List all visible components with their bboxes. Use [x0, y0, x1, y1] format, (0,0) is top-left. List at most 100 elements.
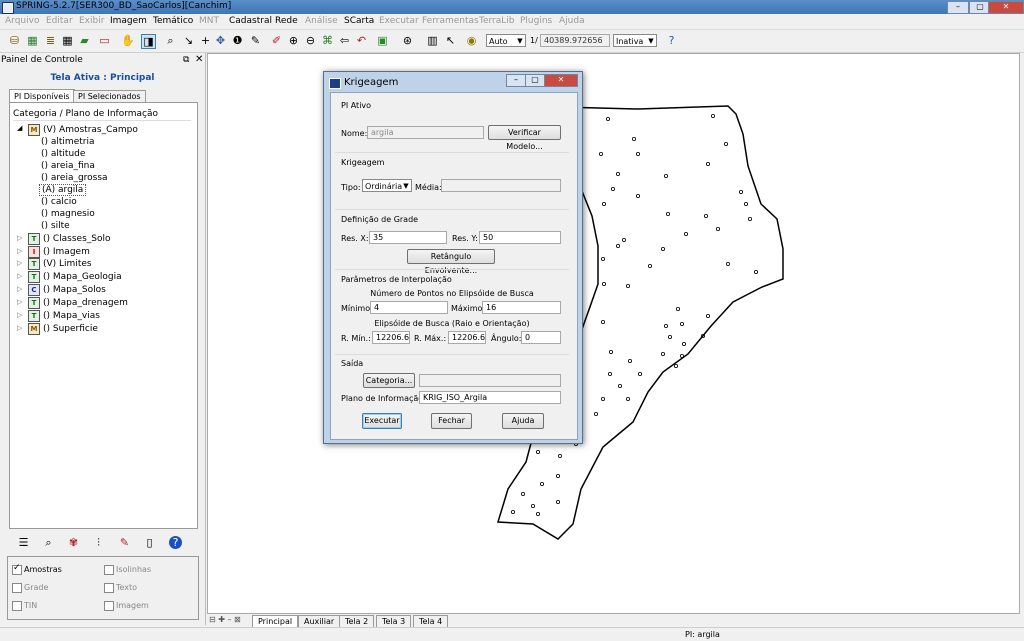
- resy-field[interactable]: 50: [479, 231, 561, 244]
- expand-triangle-icon[interactable]: ◢: [17, 124, 22, 132]
- close-button[interactable]: Fechar: [431, 413, 472, 429]
- draw-icon[interactable]: ▣: [376, 34, 389, 47]
- texto-checkbox[interactable]: [104, 583, 114, 593]
- collapsed-triangle-icon[interactable]: ▷: [17, 234, 22, 242]
- info-tool-icon[interactable]: ◨: [141, 34, 156, 49]
- pointer-icon[interactable]: ⌕: [164, 34, 177, 47]
- tin-checkbox[interactable]: [12, 601, 22, 611]
- chart-icon[interactable]: ⫶: [92, 536, 105, 549]
- collapsed-triangle-icon[interactable]: ▷: [17, 272, 22, 280]
- tree-node-mapa-vias[interactable]: () Mapa_vias: [43, 311, 100, 321]
- menu-plugins[interactable]: Plugins: [520, 16, 552, 26]
- bounding-rect-button[interactable]: Retângulo Envolvente...: [407, 249, 495, 275]
- tab-principal[interactable]: Principal: [252, 615, 299, 627]
- rmin-field[interactable]: 12206.6: [372, 331, 410, 344]
- menu-rede[interactable]: Rede: [275, 16, 298, 26]
- angle-field[interactable]: 0: [521, 331, 561, 344]
- menu-ferramentas[interactable]: Ferramentas: [422, 16, 479, 26]
- palette-icon[interactable]: ◉: [465, 34, 478, 47]
- scale-value-field[interactable]: 40389.972656: [540, 34, 610, 47]
- collapsed-triangle-icon[interactable]: ▷: [17, 311, 22, 319]
- nome-field[interactable]: argila: [367, 126, 484, 139]
- grid-icon[interactable]: ▦: [61, 34, 74, 47]
- scale-mode-select[interactable]: Auto ▼: [486, 34, 526, 47]
- tree-node-classes-solo[interactable]: () Classes_Solo: [43, 234, 111, 244]
- menu-imagem[interactable]: Imagem: [110, 16, 147, 26]
- book-icon[interactable]: ▯: [143, 536, 156, 549]
- eraser-icon[interactable]: ▰: [78, 34, 91, 47]
- menu-analise[interactable]: Análise: [305, 16, 338, 26]
- tree-node-limites[interactable]: (V) Limites: [43, 259, 92, 269]
- color-icon[interactable]: ✾: [67, 536, 80, 549]
- collapsed-triangle-icon[interactable]: ▷: [17, 247, 22, 255]
- tree-leaf-areia-fina[interactable]: () areia_fina: [41, 161, 95, 171]
- cursor-arrow-icon[interactable]: ↘: [182, 34, 195, 47]
- database-icon[interactable]: ⛁: [8, 34, 21, 47]
- info-icon[interactable]: ❶: [231, 34, 244, 47]
- tree-node-mapa-drenagem[interactable]: () Mapa_drenagem: [43, 298, 128, 308]
- tab-nav-arrows-icon[interactable]: ⊟ ✚ – ⊠: [209, 615, 241, 624]
- collapsed-triangle-icon[interactable]: ▷: [17, 259, 22, 267]
- execute-button[interactable]: Executar: [362, 413, 402, 429]
- help-icon[interactable]: ?: [169, 536, 182, 549]
- zoom-area-icon[interactable]: ⌘: [321, 34, 334, 47]
- edit-icon[interactable]: ✐: [270, 34, 283, 47]
- isolinhas-checkbox[interactable]: [104, 565, 114, 575]
- pencil-icon[interactable]: ✎: [118, 536, 131, 549]
- menu-executar[interactable]: Executar: [379, 16, 419, 26]
- grade-checkbox[interactable]: [12, 583, 22, 593]
- tree-leaf-areia-grossa[interactable]: () areia_grossa: [41, 173, 108, 183]
- menu-mnt[interactable]: MNT: [199, 16, 219, 26]
- collapsed-triangle-icon[interactable]: ▷: [17, 298, 22, 306]
- tree-node-mapa-geologia[interactable]: () Mapa_Geologia: [43, 272, 122, 282]
- undock-icon[interactable]: ⧉: [183, 55, 189, 65]
- help-icon[interactable]: ?: [665, 34, 678, 47]
- select-icon[interactable]: ↖: [444, 34, 457, 47]
- undo-icon[interactable]: ↶: [355, 34, 368, 47]
- tree-leaf-altitude[interactable]: () altitude: [41, 149, 85, 159]
- menu-scarta[interactable]: SCarta: [344, 16, 374, 26]
- crosshair-icon[interactable]: +: [199, 34, 212, 47]
- menu-arquivo[interactable]: Arquivo: [5, 16, 39, 26]
- verify-model-button[interactable]: Verificar Modelo...: [488, 125, 561, 151]
- max-field[interactable]: 16: [482, 301, 561, 314]
- menu-terralib[interactable]: TerraLib: [479, 16, 515, 26]
- zoom-out-icon[interactable]: ⊖: [304, 34, 317, 47]
- tree-leaf-calcio[interactable]: () calcio: [41, 197, 77, 207]
- resx-field[interactable]: 35: [369, 231, 447, 244]
- tree-node-amostras-campo[interactable]: (V) Amostras_Campo: [43, 125, 138, 135]
- query-icon[interactable]: ⌕: [42, 536, 55, 549]
- dialog-maximize-icon[interactable]: ▢: [525, 74, 545, 87]
- state-select[interactable]: Inativa ▼: [613, 34, 657, 47]
- hand-icon[interactable]: ✋: [121, 34, 135, 47]
- menu-tematico[interactable]: Temático: [153, 16, 193, 26]
- project-icon[interactable]: ▦: [26, 34, 39, 47]
- tree-node-superficie[interactable]: () Superficie: [43, 324, 98, 334]
- min-field[interactable]: 4: [370, 301, 448, 314]
- zoom-menu-icon[interactable]: ⊛: [401, 34, 414, 47]
- list-icon[interactable]: ☰: [17, 536, 30, 549]
- tree-leaf-silte[interactable]: () silte: [41, 221, 70, 231]
- amostras-checkbox[interactable]: ✓: [12, 563, 22, 575]
- tree-leaf-magnesio[interactable]: () magnesio: [41, 209, 95, 219]
- rmax-field[interactable]: 12206.6: [448, 331, 486, 344]
- tipo-select[interactable]: Ordinária ▼: [362, 179, 412, 192]
- pan-icon[interactable]: ✥: [214, 34, 227, 47]
- collapsed-triangle-icon[interactable]: ▷: [17, 285, 22, 293]
- tree-leaf-altimetria[interactable]: () altimetria: [41, 137, 94, 147]
- frame-icon[interactable]: ▭: [98, 34, 111, 47]
- measure-icon[interactable]: ✎: [249, 34, 262, 47]
- menu-cadastral[interactable]: Cadastral: [229, 16, 272, 26]
- back-icon[interactable]: ⇦: [338, 34, 351, 47]
- collapsed-triangle-icon[interactable]: ▷: [17, 324, 22, 332]
- layers-icon[interactable]: ≣: [44, 34, 57, 47]
- table-icon[interactable]: ▥: [426, 34, 439, 47]
- category-button[interactable]: Categoria...: [363, 373, 415, 388]
- menu-editar[interactable]: Editar: [46, 16, 73, 26]
- pi-output-field[interactable]: KRIG_ISO_Argila: [419, 391, 561, 404]
- dialog-close-icon[interactable]: ✕: [544, 74, 578, 87]
- minimize-icon[interactable]: –: [947, 1, 969, 14]
- help-button[interactable]: Ajuda: [502, 413, 544, 429]
- menu-ajuda[interactable]: Ajuda: [559, 16, 585, 26]
- imagem-checkbox[interactable]: [104, 601, 114, 611]
